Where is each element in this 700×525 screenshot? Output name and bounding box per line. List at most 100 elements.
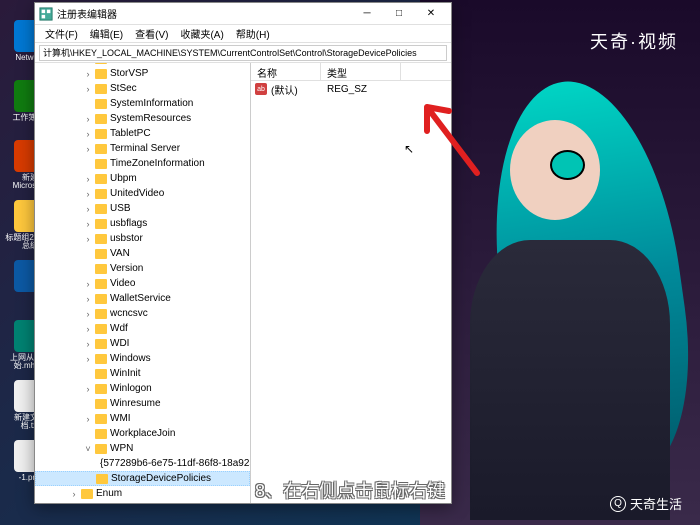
tree-node[interactable]: › wcncsvc bbox=[35, 306, 250, 321]
wallpaper-art bbox=[420, 0, 700, 525]
tree-node[interactable]: {577289b6-6e75-11df-86f8-18a925160fe0} bbox=[35, 456, 250, 471]
tree-label: Video bbox=[110, 278, 135, 289]
tree-node[interactable]: › WMI bbox=[35, 411, 250, 426]
tree-node[interactable]: ˅ WPN bbox=[35, 441, 250, 456]
expand-icon[interactable]: › bbox=[83, 384, 93, 394]
tree-label: TabletPC bbox=[110, 128, 151, 139]
tree-node[interactable]: ›Windows bbox=[35, 351, 250, 366]
folder-icon bbox=[95, 114, 107, 124]
folder-icon bbox=[95, 309, 107, 319]
expand-icon[interactable]: › bbox=[83, 324, 93, 334]
expand-icon[interactable]: › bbox=[83, 234, 93, 244]
folder-icon bbox=[95, 219, 107, 229]
tree-label: VAN bbox=[110, 248, 130, 259]
tree-node[interactable]: › Ubpm bbox=[35, 171, 250, 186]
expand-icon[interactable]: › bbox=[83, 354, 93, 364]
value-list[interactable]: 名称 类型 ab(默认)REG_SZ bbox=[251, 63, 451, 503]
tree-node[interactable]: › StorVSP bbox=[35, 66, 250, 81]
expand-icon[interactable]: › bbox=[83, 204, 93, 214]
tree-node[interactable]: › TabletPC bbox=[35, 126, 250, 141]
expand-icon[interactable]: › bbox=[83, 339, 93, 349]
registry-tree[interactable]: SrpExtensionConfig›StillImage›Storage›St… bbox=[35, 63, 251, 503]
expand-icon[interactable]: › bbox=[83, 414, 93, 424]
tree-node[interactable]: Winresume bbox=[35, 396, 250, 411]
tree-label: StorVSP bbox=[110, 68, 148, 79]
tree-node[interactable]: SystemInformation bbox=[35, 96, 250, 111]
minimize-button[interactable]: ─ bbox=[351, 4, 383, 24]
expand-icon[interactable]: › bbox=[83, 189, 93, 199]
maximize-button[interactable]: □ bbox=[383, 4, 415, 24]
menu-item[interactable]: 收藏夹(A) bbox=[174, 26, 229, 41]
tree-node[interactable]: › Video bbox=[35, 276, 250, 291]
tree-node[interactable]: StorageDevicePolicies bbox=[35, 471, 250, 486]
tree-label: usbstor bbox=[110, 233, 143, 244]
folder-icon bbox=[95, 129, 107, 139]
tree-node[interactable]: VAN bbox=[35, 246, 250, 261]
menu-item[interactable]: 文件(F) bbox=[39, 26, 84, 41]
folder-icon bbox=[95, 444, 107, 454]
tree-node[interactable]: ›Winlogon bbox=[35, 381, 250, 396]
titlebar[interactable]: 注册表编辑器 ─ □ ✕ bbox=[35, 3, 451, 25]
expand-icon[interactable]: › bbox=[83, 219, 93, 229]
expand-icon[interactable]: › bbox=[83, 309, 93, 319]
expand-icon[interactable]: › bbox=[83, 129, 93, 139]
folder-icon bbox=[95, 384, 107, 394]
expand-icon[interactable]: ˅ bbox=[83, 444, 93, 454]
tree-label: StSec bbox=[110, 83, 137, 94]
address-input[interactable] bbox=[39, 45, 447, 61]
tree-node[interactable]: ›UnitedVideo bbox=[35, 186, 250, 201]
menu-item[interactable]: 编辑(E) bbox=[84, 26, 129, 41]
folder-icon bbox=[95, 234, 107, 244]
folder-icon bbox=[95, 279, 107, 289]
tree-label: StorPort bbox=[110, 63, 147, 64]
tree-node[interactable]: ›Terminal Server bbox=[35, 141, 250, 156]
tree-label: Ubpm bbox=[110, 173, 137, 184]
magnifier-icon: Q bbox=[610, 496, 626, 512]
col-name[interactable]: 名称 bbox=[251, 63, 321, 80]
tree-node[interactable]: ›usbflags bbox=[35, 216, 250, 231]
tree-node[interactable]: WorkplaceJoin bbox=[35, 426, 250, 441]
folder-icon bbox=[95, 159, 107, 169]
tree-node[interactable]: › SystemResources bbox=[35, 111, 250, 126]
tree-node[interactable]: ›USB bbox=[35, 201, 250, 216]
expand-icon[interactable]: › bbox=[83, 294, 93, 304]
expand-icon[interactable]: › bbox=[83, 84, 93, 94]
menubar: 文件(F)编辑(E)查看(V)收藏夹(A)帮助(H) bbox=[35, 25, 451, 43]
tree-node[interactable]: Version bbox=[35, 261, 250, 276]
folder-icon bbox=[95, 174, 107, 184]
tree-node[interactable]: › StSec bbox=[35, 81, 250, 96]
tree-node[interactable]: ›WDI bbox=[35, 336, 250, 351]
tree-label: Version bbox=[110, 263, 143, 274]
expand-icon[interactable]: › bbox=[83, 144, 93, 154]
folder-icon bbox=[95, 429, 107, 439]
tree-label: WalletService bbox=[110, 293, 171, 304]
tree-node[interactable]: ›Wdf bbox=[35, 321, 250, 336]
tree-label: WPN bbox=[110, 443, 133, 454]
expand-icon[interactable]: › bbox=[83, 69, 93, 79]
folder-icon bbox=[95, 69, 107, 79]
tree-node[interactable]: › usbstor bbox=[35, 231, 250, 246]
watermark-br-label: 天奇生活 bbox=[630, 494, 682, 513]
tree-node[interactable]: WinInit bbox=[35, 366, 250, 381]
tree-node[interactable]: ›Enum bbox=[35, 486, 250, 501]
expand-icon[interactable]: › bbox=[69, 489, 79, 499]
close-button[interactable]: ✕ bbox=[415, 4, 447, 24]
tree-label: SystemResources bbox=[110, 113, 191, 124]
list-row[interactable]: ab(默认)REG_SZ bbox=[251, 81, 451, 97]
col-type[interactable]: 类型 bbox=[321, 63, 401, 80]
folder-icon bbox=[95, 324, 107, 334]
expand-icon[interactable]: › bbox=[83, 279, 93, 289]
tree-label: wcncsvc bbox=[110, 308, 148, 319]
tree-node[interactable]: TimeZoneInformation bbox=[35, 156, 250, 171]
value-icon: ab bbox=[255, 83, 267, 95]
expand-icon[interactable]: › bbox=[83, 174, 93, 184]
watermark-top-right: 天奇·视频 bbox=[590, 28, 678, 54]
expand-icon[interactable]: › bbox=[83, 63, 93, 64]
tree-node[interactable]: › WalletService bbox=[35, 291, 250, 306]
folder-icon bbox=[95, 204, 107, 214]
menu-item[interactable]: 查看(V) bbox=[129, 26, 174, 41]
tree-label: WMI bbox=[110, 413, 131, 424]
expand-icon[interactable]: › bbox=[83, 114, 93, 124]
menu-item[interactable]: 帮助(H) bbox=[230, 26, 276, 41]
folder-icon bbox=[95, 294, 107, 304]
